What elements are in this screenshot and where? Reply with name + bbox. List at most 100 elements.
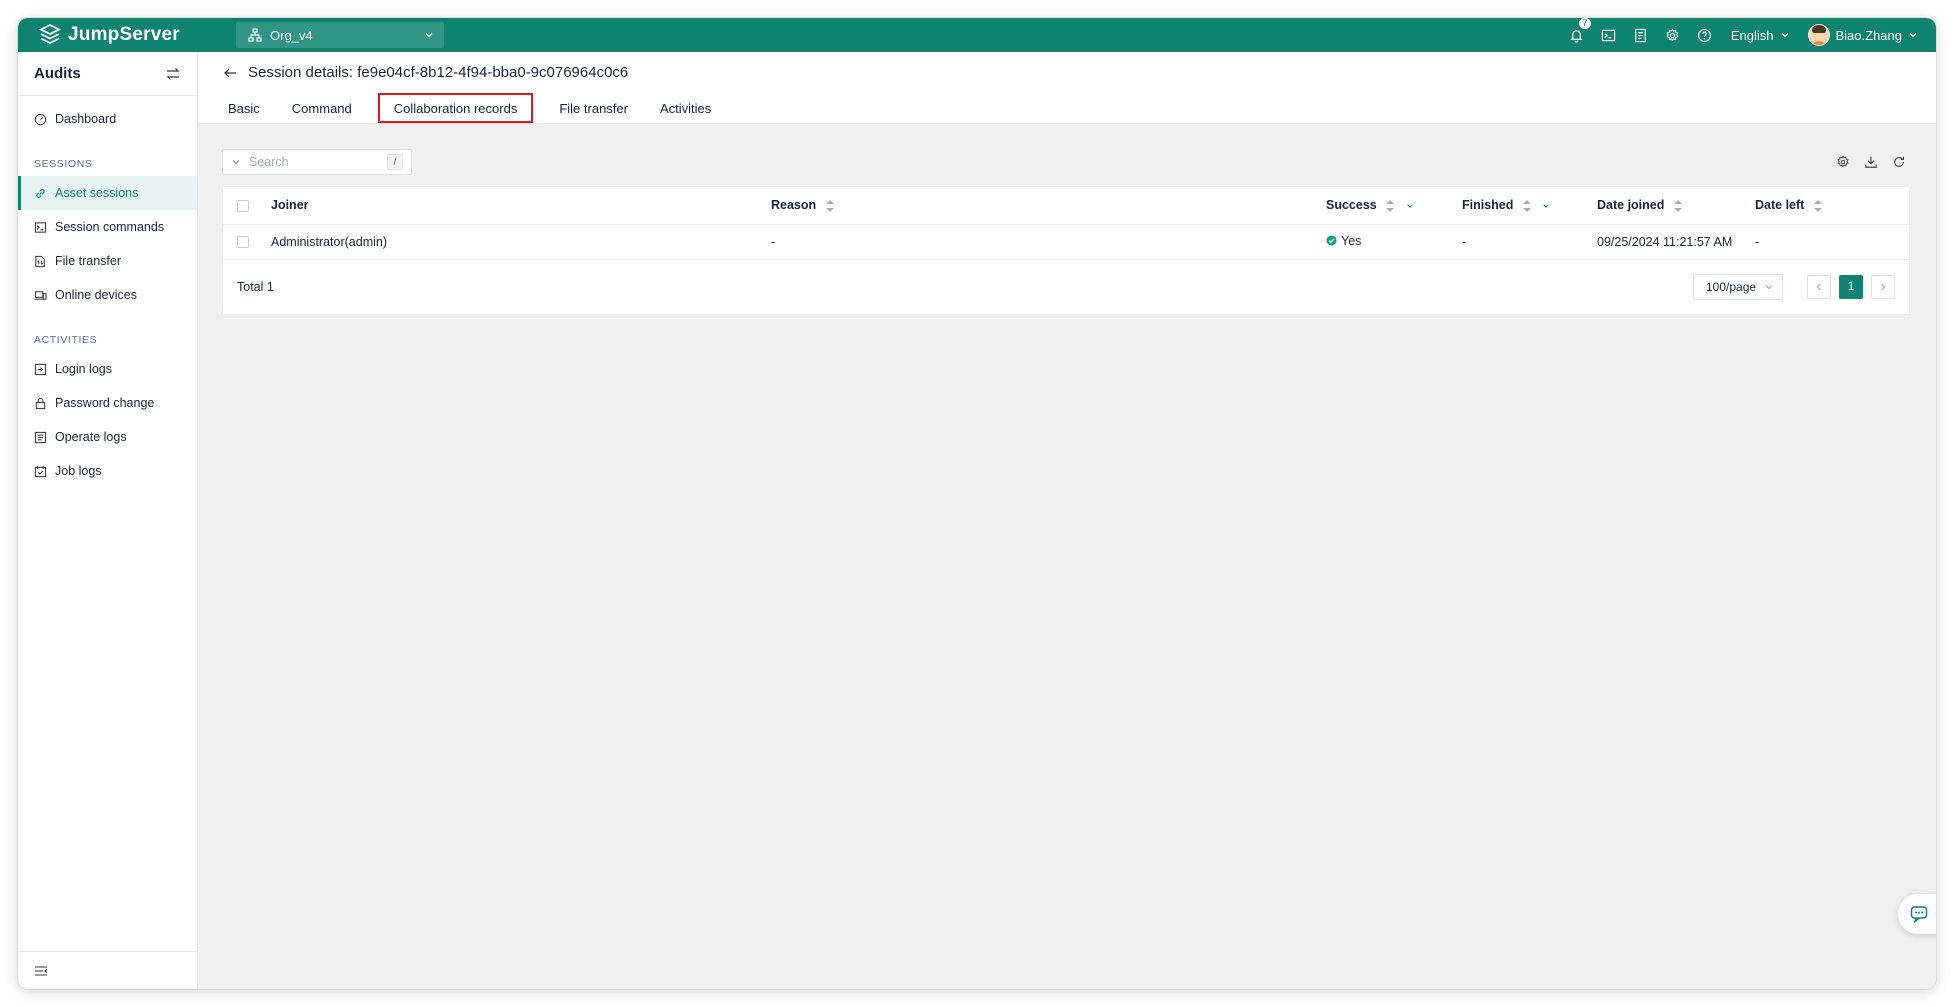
jumpserver-logo-icon xyxy=(38,23,62,45)
sidebar-item-login-logs[interactable]: Login logs xyxy=(18,352,197,386)
chevron-right-icon xyxy=(1881,283,1886,290)
sidebar-item-online-devices[interactable]: Online devices xyxy=(18,278,197,312)
ticket-list-icon xyxy=(1635,28,1647,42)
sort-icon[interactable] xyxy=(825,199,834,212)
sort-icon[interactable] xyxy=(1673,199,1682,212)
sidebar-item-label: Session commands xyxy=(55,220,165,234)
sidebar-item-operate-logs[interactable]: Operate logs xyxy=(18,420,197,454)
sort-icon[interactable] xyxy=(1813,199,1822,212)
tickets-button[interactable] xyxy=(1625,18,1657,52)
top-right-tools: 7 English Biao.Zhang xyxy=(1561,18,1936,52)
chat-assistant-button[interactable] xyxy=(1898,894,1936,934)
sidebar-item-password-change[interactable]: Password change xyxy=(18,386,197,420)
language-label: English xyxy=(1730,27,1774,43)
table-header-row: Joiner Reason Success Finished Date join… xyxy=(223,187,1909,225)
language-select[interactable]: English xyxy=(1731,28,1790,43)
chevron-down-icon xyxy=(1781,33,1788,38)
sidebar-item-label: Job logs xyxy=(55,464,102,478)
page-size-select[interactable]: 100/page xyxy=(1693,273,1783,300)
sidebar-title: Audits xyxy=(34,65,81,82)
back-arrow-icon[interactable] xyxy=(222,65,238,81)
page-size-value: 100/page xyxy=(1706,279,1757,294)
column-date-joined[interactable]: Date joined xyxy=(1589,187,1747,225)
sidebar-header: Audits xyxy=(18,52,197,96)
sort-icon[interactable] xyxy=(1386,199,1395,212)
notifications-button[interactable]: 7 xyxy=(1561,18,1593,52)
brand[interactable]: JumpServer xyxy=(38,23,208,47)
filter-chevron-icon[interactable] xyxy=(1542,202,1550,210)
row-checkbox[interactable] xyxy=(237,236,249,249)
sidebar-item-label: Login logs xyxy=(55,362,112,376)
web-terminal-button[interactable] xyxy=(1593,18,1625,52)
tab-activities[interactable]: Activities xyxy=(644,93,727,123)
next-page-button[interactable] xyxy=(1871,274,1895,299)
check-circle-icon xyxy=(1326,235,1337,246)
switch-view-icon[interactable] xyxy=(165,66,181,82)
cell-date-left: - xyxy=(1747,224,1909,260)
filter-chevron-icon[interactable] xyxy=(1406,202,1414,210)
help-button[interactable] xyxy=(1689,18,1721,52)
search-placeholder: Search xyxy=(249,155,289,169)
sidebar-item-dashboard[interactable]: Dashboard xyxy=(18,102,197,136)
download-icon[interactable] xyxy=(1864,155,1878,169)
org-select[interactable]: Org_v4 xyxy=(236,22,444,48)
sidebar-item-asset-sessions[interactable]: Asset sessions xyxy=(18,176,197,210)
user-menu[interactable]: Biao.Zhang xyxy=(1807,24,1919,46)
sidebar-item-label: Dashboard xyxy=(55,112,117,126)
records-table-card: Joiner Reason Success Finished Date join… xyxy=(222,186,1910,315)
column-settings-icon[interactable] xyxy=(1836,155,1850,169)
tab-command[interactable]: Command xyxy=(276,93,368,123)
column-reason[interactable]: Reason xyxy=(763,187,1318,225)
tab-basic[interactable]: Basic xyxy=(212,93,276,123)
dashboard-icon xyxy=(34,113,47,125)
column-label: Date joined xyxy=(1597,198,1665,213)
cell-date-joined: 09/25/2024 11:21:57 AM xyxy=(1589,224,1747,260)
list-icon xyxy=(34,431,47,443)
tab-file-transfer[interactable]: File transfer xyxy=(543,93,644,123)
sidebar-item-session-commands[interactable]: Session commands xyxy=(18,210,197,244)
sidebar-item-label: Online devices xyxy=(55,288,137,302)
chevron-down-icon xyxy=(1909,33,1917,38)
detail-tabs: Basic Command Collaboration records File… xyxy=(212,92,727,124)
sidebar-item-file-transfer[interactable]: File transfer xyxy=(18,244,197,278)
bell-icon xyxy=(1570,29,1584,43)
tab-collaboration-records[interactable]: Collaboration records xyxy=(377,93,534,123)
row-select-cell xyxy=(223,224,263,260)
column-finished[interactable]: Finished xyxy=(1454,187,1589,225)
content-area: Search / Joiner Reason Success Finished … xyxy=(222,148,1910,315)
prev-page-button[interactable] xyxy=(1807,274,1831,299)
page-number-current[interactable]: 1 xyxy=(1839,274,1863,299)
column-label: Success xyxy=(1326,198,1377,213)
sidebar-item-job-logs[interactable]: Job logs xyxy=(18,454,197,488)
column-label: Joiner xyxy=(271,198,309,213)
column-label: Reason xyxy=(771,198,817,213)
chevron-left-icon xyxy=(1816,283,1821,290)
table-footer: Total 1 100/page 1 xyxy=(223,260,1909,314)
page-title: Session details: fe9e04cf-8b12-4f94-bba0… xyxy=(248,64,629,81)
cell-finished: - xyxy=(1454,224,1589,260)
chevron-down-icon xyxy=(1765,284,1773,289)
refresh-icon[interactable] xyxy=(1892,155,1906,169)
page-header: Session details: fe9e04cf-8b12-4f94-bba0… xyxy=(198,52,1936,124)
collaboration-records-table: Joiner Reason Success Finished Date join… xyxy=(223,187,1909,260)
username: Biao.Zhang xyxy=(1835,27,1903,43)
cell-joiner: Administrator(admin) xyxy=(263,224,763,260)
select-all-cell xyxy=(223,187,263,225)
terminal-icon xyxy=(34,221,47,233)
column-date-left[interactable]: Date left xyxy=(1747,187,1909,225)
sidebar-item-label: Asset sessions xyxy=(55,186,139,200)
app-window: JumpServer Org_v4 7 English Biao.Zhang A… xyxy=(18,18,1936,989)
cell-reason: - xyxy=(763,224,1318,260)
lock-icon xyxy=(35,397,46,409)
table-toolbar: Search / xyxy=(222,148,1910,176)
gear-icon xyxy=(1666,28,1679,41)
calendar-check-icon xyxy=(34,465,47,477)
column-success[interactable]: Success xyxy=(1318,187,1454,225)
settings-button[interactable] xyxy=(1657,18,1689,52)
select-all-checkbox[interactable] xyxy=(237,199,249,212)
collapse-menu-icon[interactable] xyxy=(34,964,48,978)
terminal-icon xyxy=(1602,29,1616,41)
search-input[interactable]: Search / xyxy=(222,149,412,175)
sort-icon[interactable] xyxy=(1522,199,1531,212)
avatar xyxy=(1807,24,1830,46)
